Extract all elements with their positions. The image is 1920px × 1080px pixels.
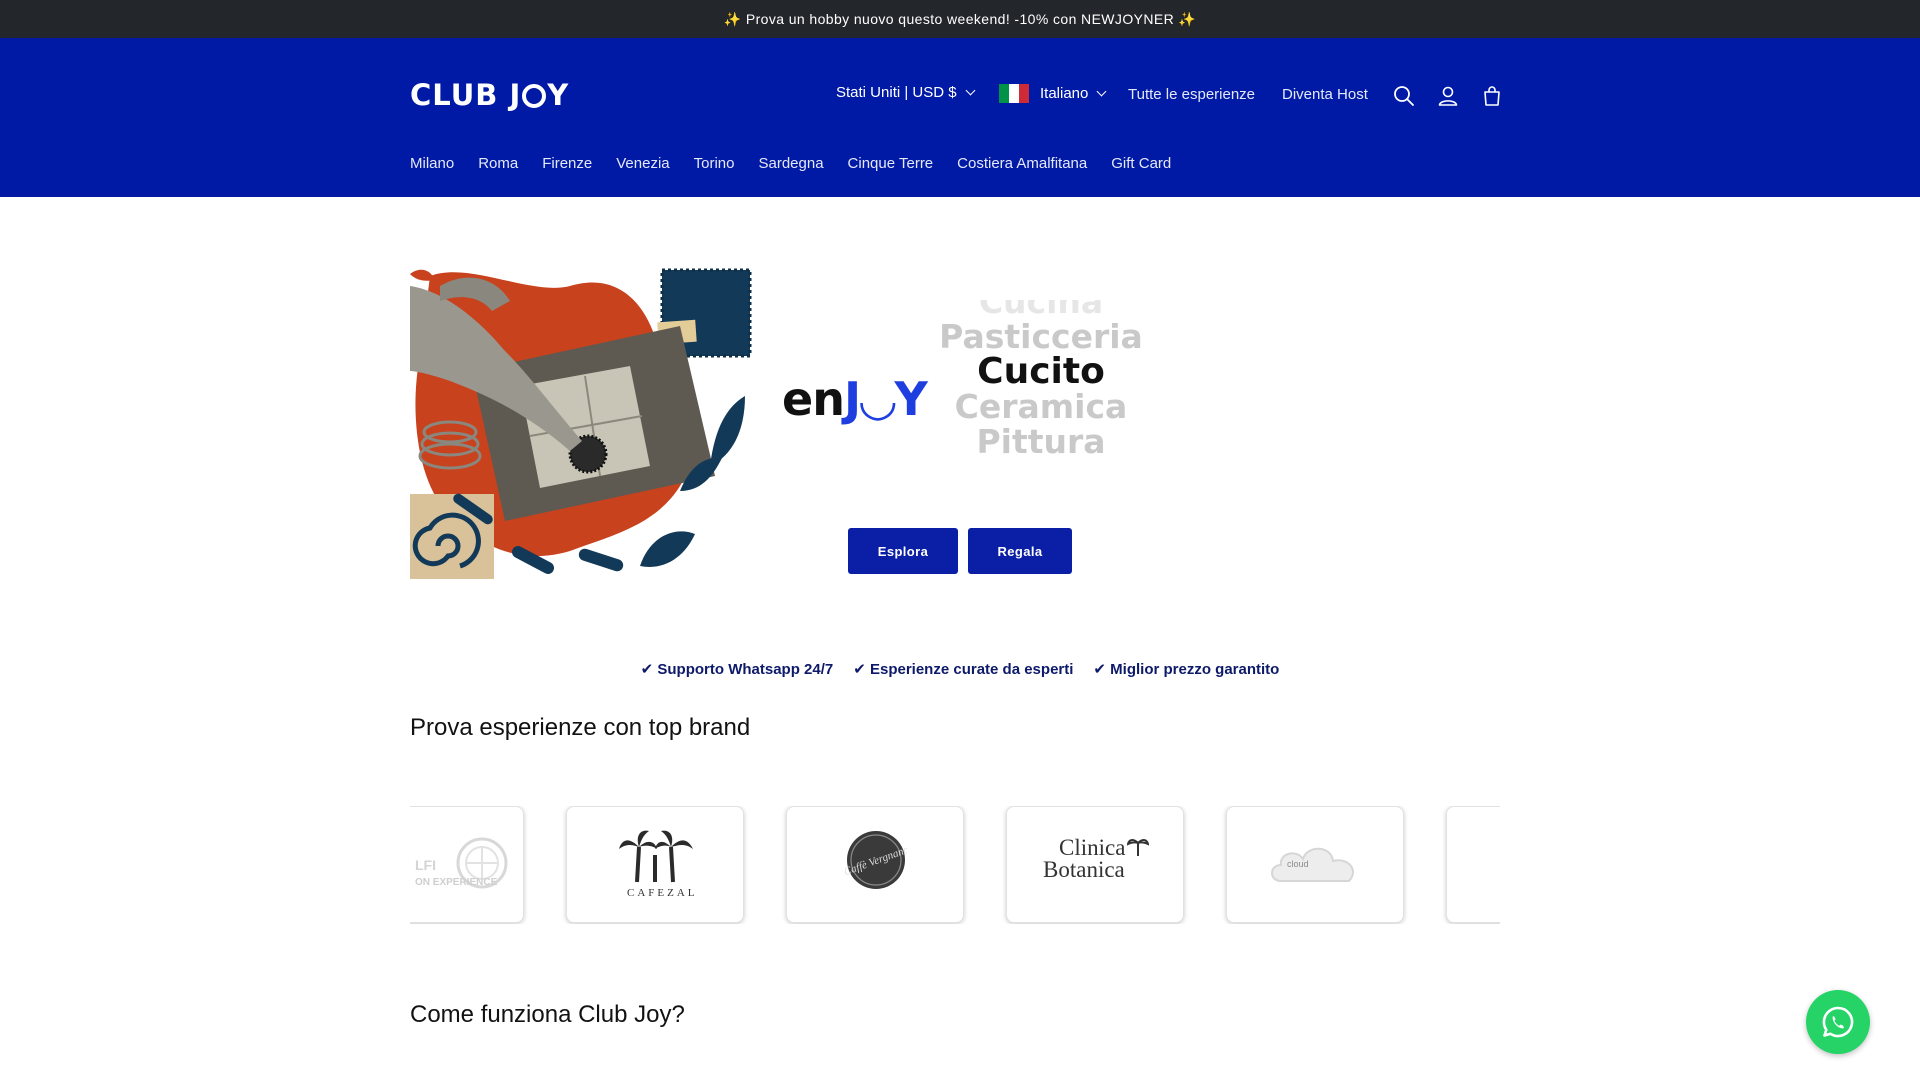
rotator-word: Pittura	[976, 422, 1106, 461]
cloud-logo-icon	[1271, 847, 1354, 882]
brands-section-title: Prova esperienze con top brand	[410, 714, 751, 741]
city-nav: Milano Roma Firenze Venezia Torino Sarde…	[410, 155, 1171, 172]
club-joy-logo[interactable]: CLUB J Y	[410, 78, 569, 112]
brand-card[interactable]: CAFEZAL	[566, 806, 744, 923]
account-icon[interactable]	[1436, 84, 1460, 108]
city-link[interactable]: Venezia	[616, 155, 669, 172]
enjoy-wordmark: enJ◡Y	[782, 372, 928, 426]
country-selector[interactable]: Stati Uniti | USD $	[836, 84, 976, 101]
brand-logo-text: LFI	[415, 857, 436, 873]
brand-logo-text: cloud	[1287, 859, 1309, 869]
search-icon[interactable]	[1392, 84, 1416, 108]
usp-bar: ✔ Supporto Whatsapp 24/7 ✔ Esperienze cu…	[0, 660, 1920, 678]
city-link[interactable]: Sardegna	[758, 155, 823, 172]
nav-link-all-experiences[interactable]: Tutte le esperienze	[1128, 86, 1255, 103]
logo-text-right: Y	[547, 78, 570, 112]
enjoy-joy: J◡Y	[843, 372, 928, 426]
usp-item: ✔ Esperienze curate da esperti	[853, 661, 1074, 678]
announcement-bar: ✨ Prova un hobby nuovo questo weekend! -…	[0, 0, 1920, 38]
logo-text-left: CLUB J	[410, 78, 522, 112]
explore-button[interactable]: Esplora	[848, 528, 958, 574]
site-header: CLUB J Y Stati Uniti | USD $ Italiano Tut…	[0, 38, 1920, 197]
italy-flag-icon	[999, 84, 1029, 103]
chevron-down-icon	[965, 85, 976, 96]
smiley-o-icon	[522, 84, 547, 108]
brand-carousel[interactable]: LFI ON EXPERIENCE CAFEZAL Caffè Vergnano…	[410, 806, 1500, 924]
city-link[interactable]: Roma	[478, 155, 518, 172]
brand-card[interactable]: LFI ON EXPERIENCE	[410, 806, 524, 923]
enjoy-prefix: en	[782, 372, 845, 426]
rotator-word: Pasticceria	[939, 317, 1143, 356]
brand-card[interactable]: Caffè Vergnano	[786, 806, 964, 923]
brand-logo-text: CAFEZAL	[627, 887, 698, 899]
caffe-vergnano-logo-icon: Caffè Vergnano	[845, 831, 907, 889]
usp-item: ✔ Supporto Whatsapp 24/7	[640, 661, 834, 678]
brand-card[interactable]: Clinica Botanica	[1006, 806, 1184, 923]
city-link[interactable]: Torino	[694, 155, 735, 172]
brand-card[interactable]	[1446, 806, 1500, 923]
how-it-works-title: Come funziona Club Joy?	[410, 1001, 685, 1028]
brand-logo-text: ON EXPERIENCE	[415, 877, 498, 888]
whatsapp-icon	[1822, 1006, 1854, 1038]
language-selector-label: Italiano	[1040, 85, 1089, 102]
palm-trees-logo-icon	[619, 830, 693, 883]
announcement-text: ✨ Prova un hobby nuovo questo weekend! -…	[723, 10, 1197, 27]
brand-logo-text: Botanica	[1043, 857, 1125, 882]
city-link[interactable]: Firenze	[542, 155, 592, 172]
language-selector[interactable]: Italiano	[999, 84, 1107, 103]
usp-item: ✔ Miglior prezzo garantito	[1093, 661, 1280, 678]
country-selector-label: Stati Uniti | USD $	[836, 84, 957, 101]
city-link[interactable]: Costiera Amalfitana	[957, 155, 1087, 172]
hero-illustration	[410, 268, 752, 579]
hobby-word-rotator: Cucina Pasticceria Cucito Ceramica Pittu…	[930, 300, 1152, 490]
rotator-word: Ceramica	[954, 387, 1128, 426]
nav-link-become-host[interactable]: Diventa Host	[1282, 86, 1368, 103]
city-link[interactable]: Milano	[410, 155, 454, 172]
gift-button[interactable]: Regala	[968, 528, 1072, 574]
cart-icon[interactable]	[1480, 84, 1504, 108]
rotator-current-word: Cucito	[977, 351, 1105, 392]
palm-leaf-icon	[1127, 839, 1149, 856]
whatsapp-chat-button[interactable]	[1806, 990, 1870, 1054]
chevron-down-icon	[1096, 86, 1107, 97]
brand-card[interactable]: cloud	[1226, 806, 1404, 923]
gift-card-link[interactable]: Gift Card	[1111, 155, 1171, 172]
city-link[interactable]: Cinque Terre	[848, 155, 934, 172]
